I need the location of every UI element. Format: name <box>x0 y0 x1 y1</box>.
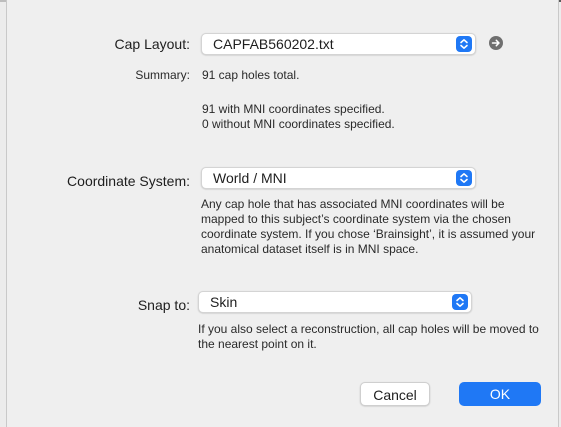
coordinate-system-help: Any cap hole that has associated MNI coo… <box>201 197 536 256</box>
summary-with-mni: 91 with MNI coordinates specified. <box>202 102 385 116</box>
summary-without-mni: 0 without MNI coordinates specified. <box>202 117 395 131</box>
chevron-updown-icon <box>452 294 468 310</box>
coordinate-system-value: World / MNI <box>213 170 287 186</box>
snap-to-help: If you also select a reconstruction, all… <box>198 322 539 351</box>
summary-label: Summary: <box>135 68 190 82</box>
cap-layout-label: Cap Layout: <box>114 36 191 52</box>
chevron-updown-icon <box>456 170 472 186</box>
snap-to-popup[interactable]: Skin <box>198 291 472 313</box>
snap-to-label: Snap to: <box>137 297 190 313</box>
snap-to-value: Skin <box>210 294 238 310</box>
coordinate-system-label: Coordinate System: <box>67 173 190 189</box>
coordinate-system-popup[interactable]: World / MNI <box>201 167 476 189</box>
summary-total: 91 cap holes total. <box>202 68 300 82</box>
cancel-button[interactable]: Cancel <box>360 382 430 406</box>
ok-button[interactable]: OK <box>459 382 541 406</box>
cap-layout-popup[interactable]: CAPFAB560202.txt <box>201 33 476 55</box>
cap-layout-value: CAPFAB560202.txt <box>213 36 334 52</box>
chevron-updown-icon <box>456 36 472 52</box>
arrow-right-circle-icon[interactable] <box>489 36 503 50</box>
